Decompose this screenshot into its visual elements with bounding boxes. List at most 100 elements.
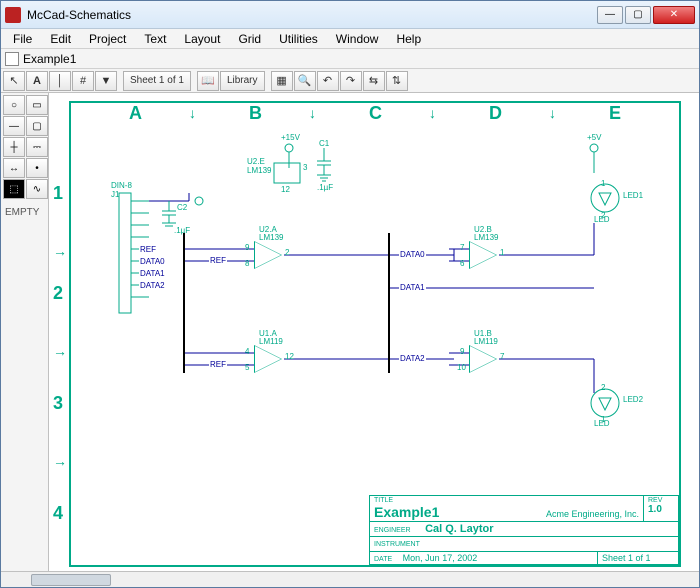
tb-eng-label: ENGINEER [374, 527, 411, 534]
tb-date-label: DATE [374, 556, 392, 563]
document-tab-bar: Example1 [1, 49, 699, 69]
opamp-u2b [469, 241, 497, 269]
app-window: McCad-Schematics — ▢ ✕ File Edit Project… [0, 0, 700, 588]
net-data0: DATA0 [139, 257, 166, 266]
tb-company: Acme Engineering, Inc. [546, 509, 639, 519]
tb-title: Example1 [374, 504, 439, 520]
net-data0: DATA0 [399, 250, 426, 259]
menu-project[interactable]: Project [81, 30, 134, 48]
tb-rev-label: REV [648, 497, 674, 504]
opamp-u1b [469, 345, 497, 373]
flip-h-icon[interactable]: ⇆ [363, 71, 385, 91]
rotate-right-icon[interactable]: ↷ [340, 71, 362, 91]
menu-window[interactable]: Window [328, 30, 387, 48]
tb-title-label: TITLE [374, 497, 639, 504]
document-tab[interactable]: Example1 [23, 52, 76, 66]
pin: 5 [245, 363, 249, 372]
tb-rev: 1.0 [648, 504, 674, 515]
zoom-icon[interactable]: 🔍 [294, 71, 316, 91]
pin: 1 [601, 179, 605, 188]
pin: 2 [285, 248, 289, 257]
minimize-button[interactable]: — [597, 6, 623, 24]
tb-inst-label: INSTRUMENT [374, 541, 420, 548]
menubar: File Edit Project Text Layout Grid Utili… [1, 29, 699, 49]
rotate-left-icon[interactable]: ↶ [317, 71, 339, 91]
u2e-part: LM139 [247, 166, 271, 175]
rect2-tool-icon[interactable]: ▢ [26, 116, 48, 136]
pin: 8 [245, 259, 249, 268]
tb-engineer: Cal Q. Laytor [425, 523, 493, 535]
scrollbar-thumb[interactable] [31, 574, 111, 586]
sheet-indicator[interactable]: Sheet 1 of 1 [123, 71, 191, 91]
pin: 6 [460, 259, 464, 268]
junction-tool-icon[interactable]: ┼ [3, 137, 25, 157]
maximize-button[interactable]: ▢ [625, 6, 651, 24]
pin: 7 [460, 243, 464, 252]
opamp-u1a [254, 345, 282, 373]
title-block: TITLE Example1 Acme Engineering, Inc. RE… [369, 495, 679, 565]
power-tool-icon[interactable]: ⬚ [3, 179, 25, 199]
menu-grid[interactable]: Grid [230, 30, 269, 48]
pin: 4 [245, 347, 249, 356]
library-book-icon[interactable]: 📖 [197, 71, 219, 91]
menu-text[interactable]: Text [136, 30, 174, 48]
pin: 1 [601, 415, 605, 424]
net-ref: REF [209, 256, 227, 265]
power-label: +5V [587, 133, 601, 142]
wave-tool-icon[interactable]: ∿ [26, 179, 48, 199]
menu-utilities[interactable]: Utilities [271, 30, 326, 48]
net-data2: DATA2 [139, 281, 166, 290]
circle-tool-icon[interactable]: ○ [3, 95, 25, 115]
menu-help[interactable]: Help [388, 30, 429, 48]
nav-down-icon[interactable]: ▼ [95, 71, 117, 91]
text-tool-icon[interactable]: A [26, 71, 48, 91]
net-ref: REF [139, 245, 157, 254]
pin: 1 [500, 248, 504, 257]
c2-val: .1µF [174, 226, 190, 235]
bus-tool-icon[interactable]: • [26, 158, 48, 178]
menu-layout[interactable]: Layout [176, 30, 228, 48]
pin: 10 [457, 363, 466, 372]
u2e-pin: 12 [281, 185, 290, 194]
snap-tool-icon[interactable]: # [72, 71, 94, 91]
side-toolbar: ○ ▭ — ▢ ┼ ⎓ ↔ • ⬚ ∿ EMPTY [1, 93, 49, 571]
grid-fill-icon[interactable]: ▦ [271, 71, 293, 91]
menu-file[interactable]: File [5, 30, 40, 48]
conn-type: DIN-8 [111, 181, 132, 190]
canvas-viewport[interactable]: A ↓ B ↓ C ↓ D ↓ E 1 → 2 → 3 → 4 [49, 93, 699, 571]
power-label: +15V [281, 133, 300, 142]
label-tool-icon[interactable]: ⎓ [26, 137, 48, 157]
c2-ref: C2 [177, 203, 187, 212]
c1-ref: C1 [319, 139, 329, 148]
library-button[interactable]: Library [220, 71, 265, 91]
horizontal-scrollbar[interactable] [1, 571, 699, 587]
work-area: ○ ▭ — ▢ ┼ ⎓ ↔ • ⬚ ∿ EMPTY A ↓ B ↓ C [1, 93, 699, 571]
hline-tool-icon[interactable]: — [3, 116, 25, 136]
net-tool-icon[interactable]: ↔ [3, 158, 25, 178]
close-button[interactable]: ✕ [653, 6, 695, 24]
pointer-tool-icon[interactable]: ↖ [3, 71, 25, 91]
menu-edit[interactable]: Edit [42, 30, 79, 48]
net-ref: REF [209, 360, 227, 369]
schematic-canvas[interactable]: A ↓ B ↓ C ↓ D ↓ E 1 → 2 → 3 → 4 [49, 93, 689, 571]
window-title: McCad-Schematics [27, 8, 597, 22]
pin: 12 [285, 352, 294, 361]
led2-ref: LED2 [623, 395, 643, 404]
opamp-u2a [254, 241, 282, 269]
line-tool-icon[interactable]: │ [49, 71, 71, 91]
rect-tool-icon[interactable]: ▭ [26, 95, 48, 115]
led1-ref: LED1 [623, 191, 643, 200]
conn-ref: J1 [111, 190, 119, 199]
net-data2: DATA2 [399, 354, 426, 363]
document-icon [5, 52, 19, 66]
app-icon [5, 7, 21, 23]
u2b-part: LM139 [474, 233, 498, 242]
pin: 7 [500, 352, 504, 361]
net-data1: DATA1 [399, 283, 426, 292]
toolbar: ↖ A │ # ▼ Sheet 1 of 1 📖 Library ▦ 🔍 ↶ ↷… [1, 69, 699, 93]
pin: 9 [460, 347, 464, 356]
pin: 2 [601, 211, 605, 220]
u1a-part: LM119 [259, 337, 283, 346]
flip-v-icon[interactable]: ⇅ [386, 71, 408, 91]
tb-sheet: Sheet 1 of 1 [598, 552, 678, 564]
